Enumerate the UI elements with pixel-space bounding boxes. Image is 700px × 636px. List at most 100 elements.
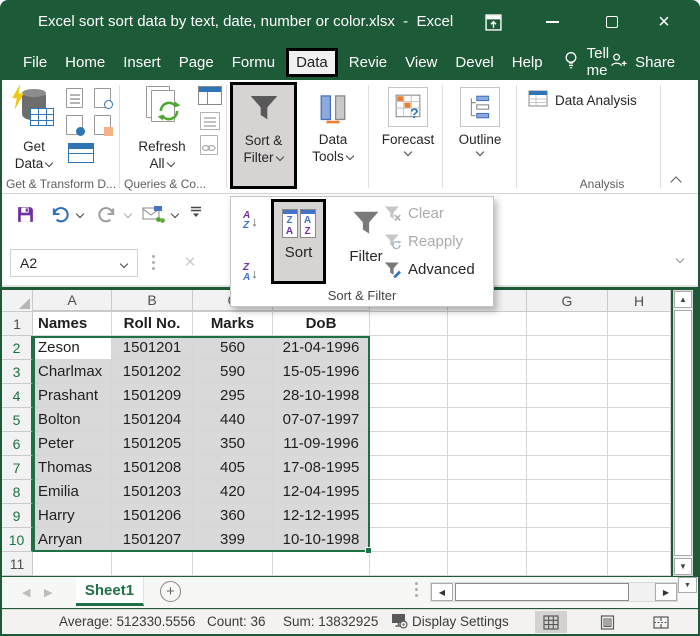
cell[interactable] [448, 384, 527, 408]
cell-B6[interactable]: 1501205 [112, 432, 193, 456]
cell-B5[interactable]: 1501204 [112, 408, 193, 432]
cell[interactable] [608, 312, 671, 336]
horizontal-scrollbar[interactable]: ◀ ▶ [430, 582, 678, 602]
cell-C7[interactable]: 405 [193, 456, 273, 480]
formula-bar-resize-handle[interactable] [152, 261, 155, 264]
cell-C1[interactable]: Marks [193, 312, 273, 336]
row-header-4[interactable]: 4 [2, 384, 33, 408]
row-header-5[interactable]: 5 [2, 408, 33, 432]
cell-C9[interactable]: 360 [193, 504, 273, 528]
tell-me-button[interactable]: Tell me [564, 45, 610, 79]
name-box[interactable]: A2 [10, 249, 138, 277]
cell[interactable] [448, 504, 527, 528]
cell[interactable] [527, 456, 608, 480]
cell[interactable] [448, 552, 527, 576]
cell[interactable] [608, 384, 671, 408]
minimize-button[interactable] [538, 10, 566, 34]
cell[interactable] [608, 528, 671, 552]
save-button[interactable] [16, 205, 35, 224]
expand-formula-bar-icon[interactable] [676, 256, 684, 264]
cell-D3[interactable]: 15-05-1996 [273, 360, 370, 384]
cell-D2[interactable]: 21-04-1996 [273, 336, 370, 360]
share-button[interactable]: Share [609, 52, 675, 72]
cell-B10[interactable]: 1501207 [112, 528, 193, 552]
cell-C3[interactable]: 590 [193, 360, 273, 384]
outline-button[interactable]: Outline [448, 82, 512, 189]
cell-B1[interactable]: Roll No. [112, 312, 193, 336]
cell[interactable] [370, 480, 448, 504]
cell-B3[interactable]: 1501202 [112, 360, 193, 384]
cell[interactable] [608, 336, 671, 360]
page-break-view-button[interactable] [645, 611, 677, 633]
scroll-left-button[interactable]: ◀ [431, 583, 453, 601]
sort-z-to-a-button[interactable]: ZA ↓ [243, 257, 273, 289]
row-header-3[interactable]: 3 [2, 360, 33, 384]
advanced-menu-item[interactable]: Advanced [383, 261, 475, 278]
cell-B2[interactable]: 1501201 [112, 336, 193, 360]
cancel-entry-button[interactable]: × [176, 249, 204, 277]
cell-C5[interactable]: 440 [193, 408, 273, 432]
cell[interactable] [527, 384, 608, 408]
cell[interactable] [527, 312, 608, 336]
cell[interactable] [527, 528, 608, 552]
cell-D6[interactable]: 11-09-1996 [273, 432, 370, 456]
email-update-button[interactable] [142, 205, 179, 224]
tab-bar-resize-handle[interactable] [415, 588, 418, 591]
cell[interactable] [370, 384, 448, 408]
sort-button-highlighted[interactable]: ZA AZ Sort [271, 199, 326, 284]
properties-icon[interactable] [200, 112, 220, 130]
tab-file[interactable]: File [14, 48, 56, 77]
cell[interactable] [370, 504, 448, 528]
cell[interactable] [448, 480, 527, 504]
maximize-button[interactable] [598, 10, 626, 34]
tab-help[interactable]: Help [503, 48, 552, 77]
row-header-6[interactable]: 6 [2, 432, 33, 456]
cell-A10[interactable]: Arryan [33, 528, 112, 552]
cell[interactable] [608, 432, 671, 456]
cell[interactable] [608, 504, 671, 528]
cell[interactable] [370, 552, 448, 576]
normal-view-button[interactable] [535, 611, 567, 633]
previous-sheet-button[interactable]: ◀ [22, 586, 30, 599]
cell-A6[interactable]: Peter [33, 432, 112, 456]
tab-data-selected[interactable]: Data [286, 48, 338, 77]
cell[interactable] [370, 312, 448, 336]
horizontal-scrollbar-thumb[interactable] [455, 583, 629, 601]
cell[interactable] [273, 552, 370, 576]
row-header-10[interactable]: 10 [2, 528, 33, 552]
cell-A2-active[interactable]: Zeson [33, 336, 112, 360]
column-header-A[interactable]: A [33, 290, 112, 312]
row-header-11[interactable]: 11 [2, 552, 33, 576]
cell-C6[interactable]: 350 [193, 432, 273, 456]
customize-qat-button[interactable] [189, 205, 203, 218]
redo-button[interactable] [97, 205, 132, 224]
cell-B4[interactable]: 1501209 [112, 384, 193, 408]
page-layout-view-button[interactable] [591, 611, 623, 633]
cell-A3[interactable]: Charlmax [33, 360, 112, 384]
row-header-7[interactable]: 7 [2, 456, 33, 480]
data-tools-button[interactable]: Data Tools [302, 82, 364, 189]
tab-insert[interactable]: Insert [114, 48, 170, 77]
cell[interactable] [112, 552, 193, 576]
row-header-8[interactable]: 8 [2, 480, 33, 504]
cell-A8[interactable]: Emilia [33, 480, 112, 504]
cell-A4[interactable]: Prashant [33, 384, 112, 408]
cell[interactable] [527, 480, 608, 504]
cell[interactable] [448, 528, 527, 552]
scroll-right-button[interactable]: ▶ [655, 583, 677, 601]
cell-C10[interactable]: 399 [193, 528, 273, 552]
sheet-tab-sheet1[interactable]: Sheet1 [76, 577, 144, 606]
cell-D9[interactable]: 12-12-1995 [273, 504, 370, 528]
queries-connections-icon[interactable] [198, 86, 222, 105]
edit-links-icon[interactable] [200, 135, 218, 155]
vertical-scrollbar-thumb[interactable] [674, 310, 692, 556]
existing-connections-icon[interactable] [68, 143, 94, 163]
cell[interactable] [448, 408, 527, 432]
cell[interactable] [448, 432, 527, 456]
cell-D8[interactable]: 12-04-1995 [273, 480, 370, 504]
cell[interactable] [608, 408, 671, 432]
scroll-down-button[interactable]: ▼ [674, 558, 692, 575]
close-button[interactable]: × [650, 10, 678, 34]
cell[interactable] [608, 480, 671, 504]
cell[interactable] [370, 528, 448, 552]
